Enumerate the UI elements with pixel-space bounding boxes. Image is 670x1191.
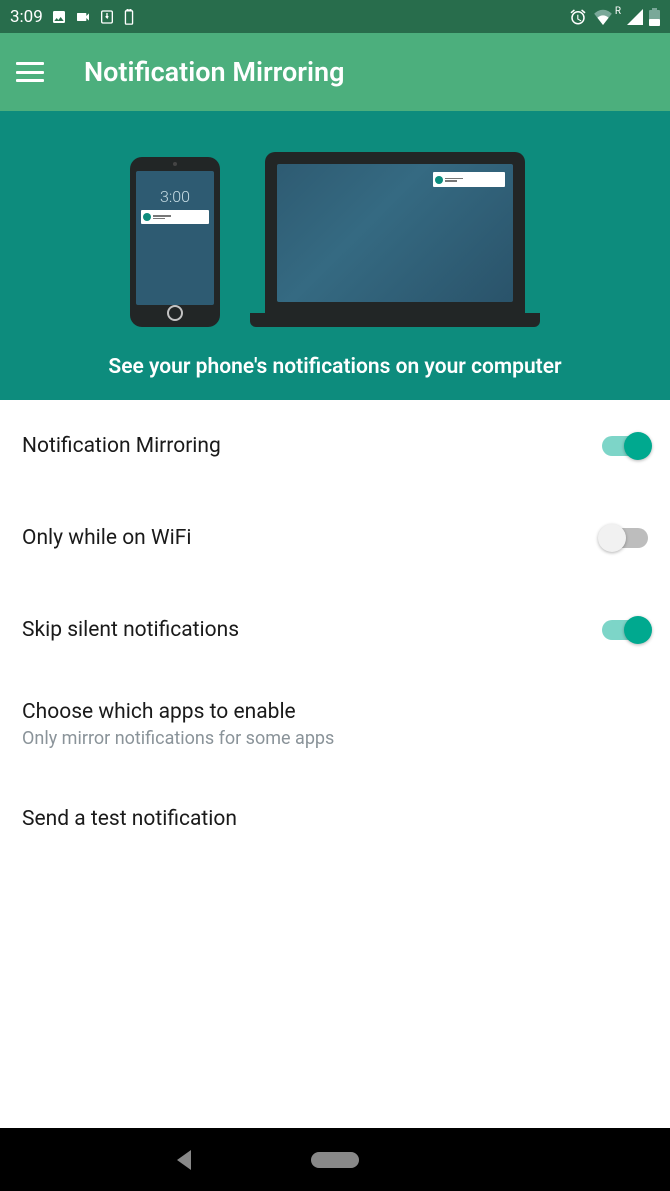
status-time: 3:09 xyxy=(10,7,43,27)
back-button[interactable] xyxy=(177,1150,191,1170)
hero-caption: See your phone's notifications on your c… xyxy=(108,355,561,379)
battery-status-icon xyxy=(123,9,135,25)
settings-list: Notification Mirroring Only while on WiF… xyxy=(0,400,670,865)
phone-time: 3:00 xyxy=(160,187,190,206)
roaming-indicator: R xyxy=(615,6,621,17)
toggle-only-wifi[interactable] xyxy=(602,528,648,548)
laptop-notification-bubble xyxy=(433,172,505,187)
setting-choose-apps[interactable]: Choose which apps to enable Only mirror … xyxy=(0,676,670,773)
setting-title: Skip silent notifications xyxy=(22,618,239,642)
setting-skip-silent[interactable]: Skip silent notifications xyxy=(0,584,670,676)
setting-only-wifi[interactable]: Only while on WiFi xyxy=(0,492,670,584)
setting-subtitle: Only mirror notifications for some apps xyxy=(22,728,334,749)
setting-title: Choose which apps to enable xyxy=(22,700,334,724)
signal-icon xyxy=(627,9,643,25)
alarm-icon xyxy=(569,8,587,26)
navigation-bar xyxy=(0,1128,670,1191)
battery-icon xyxy=(649,8,660,26)
phone-illustration: 3:00 xyxy=(130,157,220,327)
download-icon xyxy=(99,9,115,25)
setting-title: Notification Mirroring xyxy=(22,434,221,458)
app-bar: Notification Mirroring xyxy=(0,33,670,111)
setting-notification-mirroring[interactable]: Notification Mirroring xyxy=(0,400,670,492)
toggle-skip-silent[interactable] xyxy=(602,620,648,640)
setting-title: Only while on WiFi xyxy=(22,526,191,550)
hero-banner: 3:00 See your phone's notifications on xyxy=(0,111,670,400)
status-bar: 3:09 R xyxy=(0,0,670,33)
video-icon xyxy=(75,9,91,25)
picture-icon xyxy=(51,9,67,25)
hero-illustration: 3:00 xyxy=(130,152,540,327)
page-title: Notification Mirroring xyxy=(84,56,344,88)
phone-notification-bubble xyxy=(141,210,209,224)
toggle-notification-mirroring[interactable] xyxy=(602,436,648,456)
home-button[interactable] xyxy=(311,1152,359,1168)
setting-send-test[interactable]: Send a test notification xyxy=(0,773,670,865)
menu-icon[interactable] xyxy=(16,62,44,82)
wifi-icon xyxy=(593,9,613,25)
status-right: R xyxy=(569,8,660,26)
laptop-illustration xyxy=(250,152,540,327)
setting-title: Send a test notification xyxy=(22,807,237,831)
status-left: 3:09 xyxy=(10,7,135,27)
